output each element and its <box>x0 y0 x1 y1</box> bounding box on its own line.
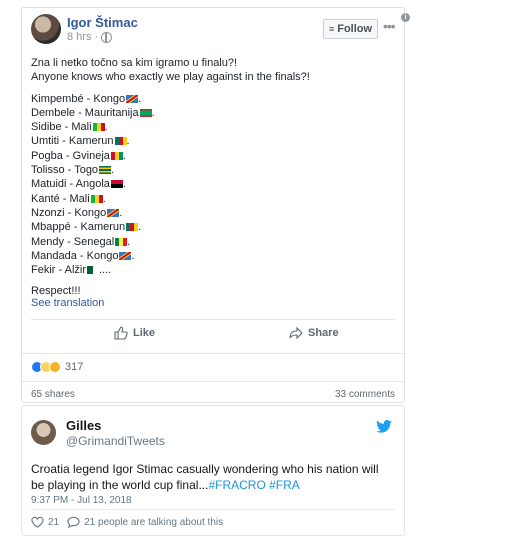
cameroon-flag-icon <box>114 137 127 146</box>
player-line-suffix: . <box>131 249 135 262</box>
player-text: Mandada - Kongo <box>31 249 119 262</box>
rss-icon: ≡ <box>328 24 335 34</box>
tweet-likes: 21 <box>48 516 60 528</box>
globe-icon <box>101 31 113 43</box>
mali-flag-icon <box>92 123 105 132</box>
tweet-card: Gilles @GrimandiTweets Croatia legend Ig… <box>21 405 405 536</box>
player-line-suffix: . <box>122 149 126 162</box>
senegal-flag-icon <box>115 237 128 246</box>
congo-flag-icon <box>126 94 139 103</box>
guinea-flag-icon <box>110 151 123 160</box>
tweet-date[interactable]: 9:37 PM - Jul 13, 2018 <box>31 495 132 506</box>
player-line: Mandada - Kongo. <box>31 249 395 263</box>
divider <box>22 381 404 382</box>
player-text: Mbappé - Kamerun <box>31 221 126 234</box>
tweet-stats: 21 21 people are talking about this <box>31 516 223 528</box>
mauritania-flag-icon <box>139 108 152 117</box>
post-actions: Like Share <box>31 326 395 346</box>
post-text-line: Zna li netko točno sa kim igramo u final… <box>31 57 238 69</box>
author-avatar[interactable] <box>31 14 61 44</box>
player-text: Nzonzi - Kongo <box>31 206 107 219</box>
share-button[interactable]: Share <box>289 326 339 340</box>
share-label: Share <box>308 327 339 339</box>
see-translation-link[interactable]: See translation <box>31 297 104 309</box>
algeria-flag-icon <box>87 266 99 275</box>
heart-icon[interactable] <box>31 516 44 528</box>
tweet-author-name[interactable]: Gilles <box>66 418 101 433</box>
reactions-count: 317 <box>65 361 84 373</box>
tweet-author-avatar[interactable] <box>31 420 56 445</box>
tweet-body: Croatia legend Igor Stimac casually wond… <box>31 462 379 492</box>
tweet-author-handle[interactable]: @GrimandiTweets <box>66 434 165 448</box>
player-text: Kanté - Mali <box>31 192 90 205</box>
post-meta: 8 hrs · <box>67 31 113 43</box>
share-arrow-icon <box>289 326 303 340</box>
player-line-suffix: . <box>138 92 142 105</box>
player-line: Pogba - Gvineja. <box>31 149 395 163</box>
tweet-hashtags[interactable]: #FRACRO #FRA <box>208 478 299 492</box>
follow-label: Follow <box>337 23 373 35</box>
player-line-suffix: . <box>151 106 155 119</box>
player-line-suffix: . <box>102 192 106 205</box>
player-text: Dembele - Mauritanija <box>31 106 139 119</box>
player-line-suffix: . <box>126 135 130 148</box>
author-name[interactable]: Igor Štimac <box>67 15 138 30</box>
follow-button[interactable]: ≡ Follow <box>323 19 378 39</box>
facebook-post-card: Igor Štimac 8 hrs · ≡ Follow ••• i Zna l… <box>21 7 410 403</box>
player-text: Umtiti - Kamerun <box>31 135 114 148</box>
congo-flag-icon <box>107 208 120 217</box>
player-line: Tolisso - Togo. <box>31 163 395 177</box>
mali-flag-icon <box>90 194 103 203</box>
player-text: Tolisso - Togo <box>31 164 99 177</box>
congo-flag-icon <box>119 251 132 260</box>
post-body: Zna li netko točno sa kim igramo u final… <box>31 56 395 299</box>
player-line-suffix: . <box>119 206 123 219</box>
angola-flag-icon <box>110 180 123 189</box>
player-text: Fekir - Alžir <box>31 264 86 277</box>
post-header: Igor Štimac 8 hrs · ≡ Follow ••• i <box>31 13 410 44</box>
post-time[interactable]: 8 hrs <box>67 31 91 43</box>
player-line: Nzonzi - Kongo. <box>31 206 395 220</box>
player-line: Sidibe - Mali. <box>31 120 395 134</box>
player-text: Kimpembé - Kongo <box>31 92 126 105</box>
player-line-suffix: . <box>138 221 142 234</box>
togo-flag-icon <box>99 166 112 175</box>
like-button[interactable]: Like <box>114 326 155 340</box>
player-line-suffix: .... <box>99 264 112 277</box>
comment-bubble-icon[interactable] <box>67 516 80 528</box>
player-line: Umtiti - Kamerun. <box>31 134 395 148</box>
player-list: Kimpembé - Kongo. Dembele - Mauritanija. S… <box>31 92 395 278</box>
tweet-talking[interactable]: 21 people are talking about this <box>84 517 223 528</box>
player-text: Matuidi - Angola <box>31 178 110 191</box>
divider <box>22 353 404 354</box>
player-line: Kanté - Mali. <box>31 192 395 206</box>
shares-count[interactable]: 65 shares <box>31 389 75 400</box>
divider <box>31 319 395 320</box>
player-line: Mendy - Senegal. <box>31 235 395 249</box>
wow-reaction-icon <box>49 361 61 373</box>
info-icon[interactable]: i <box>401 13 410 22</box>
player-line: Dembele - Mauritanija. <box>31 106 395 120</box>
player-line-suffix: . <box>111 164 115 177</box>
comments-count[interactable]: 33 comments <box>335 389 395 400</box>
twitter-bird-icon[interactable] <box>376 420 392 433</box>
like-label: Like <box>133 327 156 339</box>
player-text: Pogba - Gvineja <box>31 149 110 162</box>
player-line-suffix: . <box>122 178 126 191</box>
reactions-summary[interactable]: 317 <box>31 361 83 373</box>
player-text: Sidibe - Mali <box>31 121 92 134</box>
player-text: Mendy - Senegal <box>31 235 115 248</box>
post-text-line: Anyone knows who exactly we play against… <box>31 71 310 84</box>
player-line: Fekir - Alžir.... <box>31 263 395 277</box>
player-line-suffix: . <box>104 121 108 134</box>
tweet-text: Croatia legend Igor Stimac casually wond… <box>31 461 395 493</box>
player-line-suffix: . <box>127 235 131 248</box>
player-line: Kimpembé - Kongo. <box>31 92 395 106</box>
player-line: Matuidi - Angola. <box>31 177 395 191</box>
cameroon-flag-icon <box>126 223 139 232</box>
divider <box>31 509 395 510</box>
more-icon[interactable]: ••• <box>383 18 396 34</box>
player-line: Mbappé - Kamerun. <box>31 220 395 234</box>
thumbs-up-icon <box>114 326 128 340</box>
